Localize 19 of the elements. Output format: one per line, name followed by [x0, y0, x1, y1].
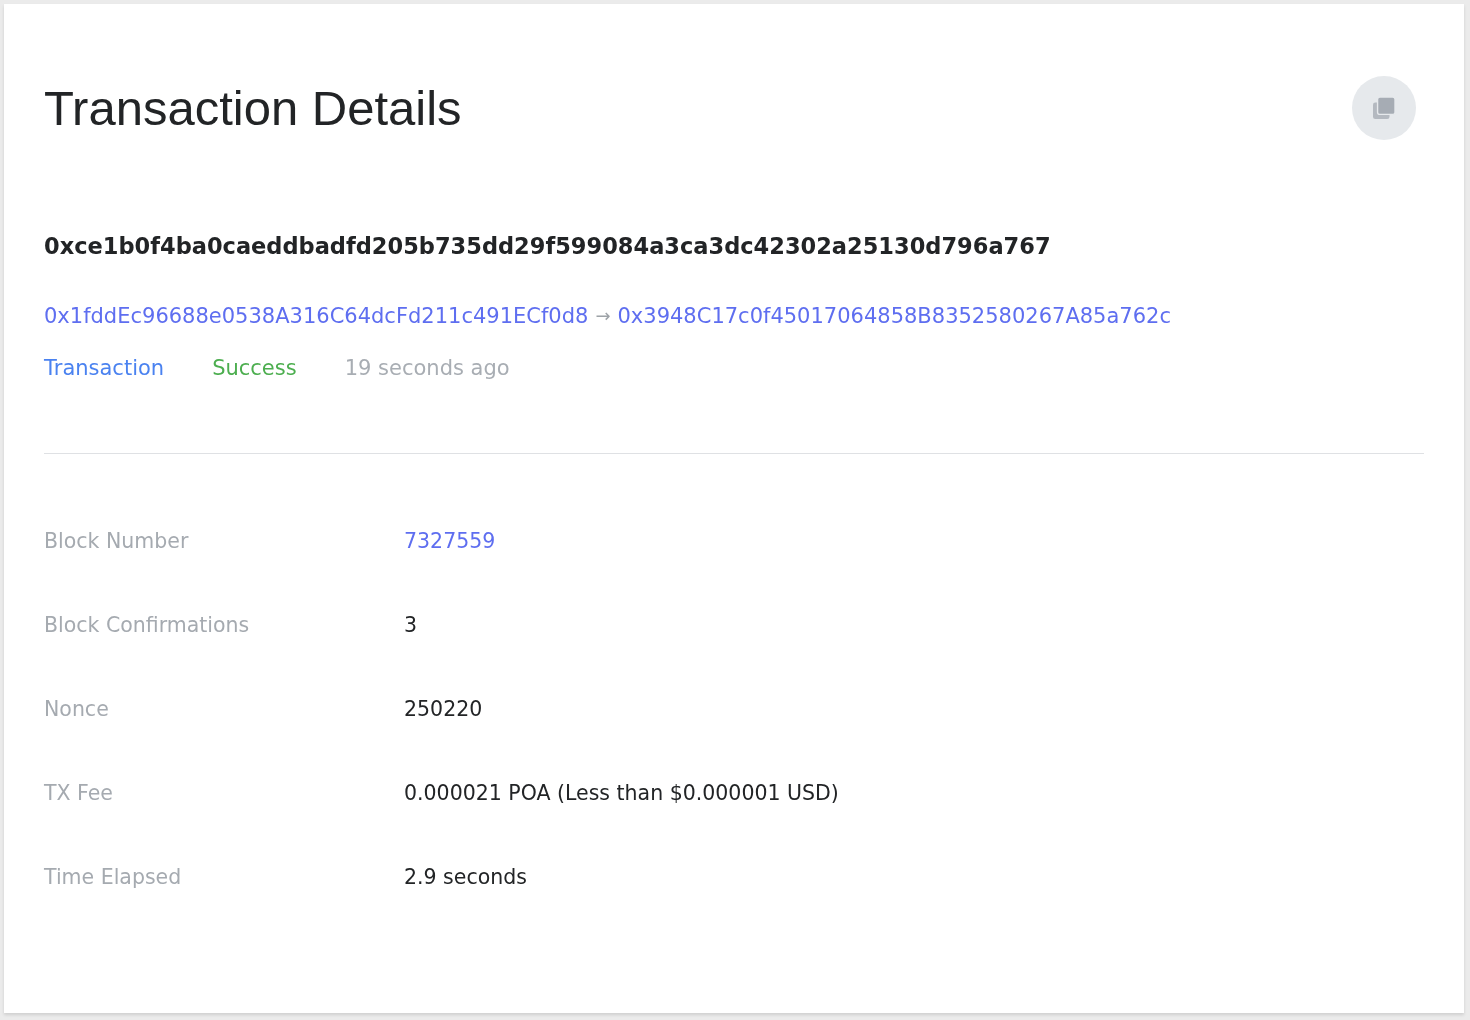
block-number-link[interactable]: 7327559 — [404, 526, 496, 556]
detail-value: 0.000021 POA (Less than $0.000001 USD) — [404, 780, 839, 807]
from-address-link[interactable]: 0x1fddEc96688e0538A316C64dcFd211c491ECf0d8 — [44, 301, 589, 331]
detail-value: 250220 — [404, 696, 483, 723]
detail-label: Block Confirmations — [44, 612, 251, 639]
detail-label: Time Elapsed — [44, 864, 183, 891]
transaction-type: Transaction — [44, 355, 165, 382]
transaction-hash: 0xce1b0f4ba0caeddbadfd205b735dd29f599084a3ca3dc42302a25130d796a767 — [44, 232, 1052, 261]
detail-label: Nonce — [44, 696, 110, 723]
to-address-link[interactable]: 0x3948C17c0f45017064858B8352580267A85a762c — [617, 301, 1171, 331]
timestamp-text: 19 seconds ago — [344, 355, 510, 382]
detail-label: TX Fee — [44, 780, 114, 807]
detail-value: 3 — [404, 612, 418, 639]
detail-label: Block Number — [44, 528, 190, 555]
page-title: Transaction Details — [44, 80, 462, 137]
status-text: Success — [212, 355, 297, 382]
arrow-text: → — [595, 304, 611, 328]
detail-value: 2.9 seconds — [404, 864, 527, 891]
copy-icon — [1373, 97, 1395, 119]
